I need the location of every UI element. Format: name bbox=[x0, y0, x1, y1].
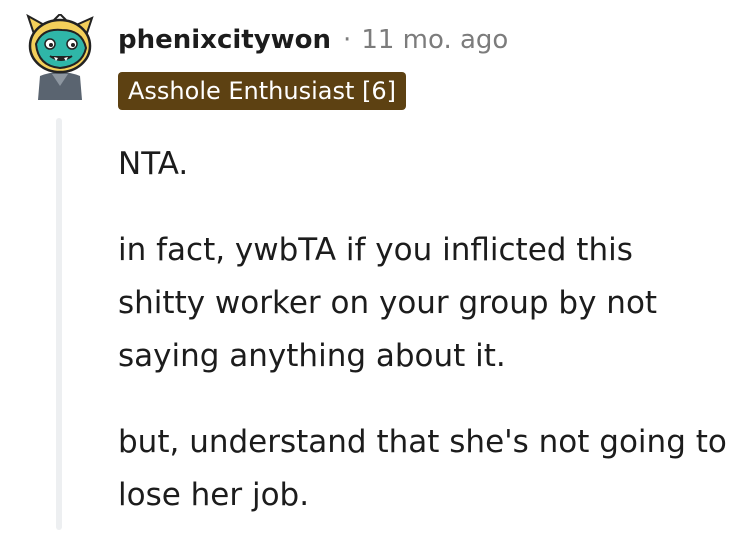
username-link[interactable]: phenixcitywon bbox=[118, 25, 331, 55]
user-flair-badge: Asshole Enthusiast [6] bbox=[118, 72, 407, 110]
comment-paragraph: NTA. bbox=[118, 146, 189, 182]
snoo-avatar-icon bbox=[26, 12, 94, 100]
comment: phenixcitywon · 11 mo. ago Asshole Enthu… bbox=[0, 0, 737, 530]
comment-paragraph: in fact, ywbTA if you inflicted this shi… bbox=[118, 232, 658, 374]
comment-body: NTA. in fact, ywbTA if you inflicted thi… bbox=[118, 138, 728, 555]
meta-separator: · bbox=[343, 25, 352, 55]
timestamp-link[interactable]: 11 mo. ago bbox=[361, 25, 508, 55]
comment-paragraph: but, understand that she's not going to … bbox=[118, 424, 727, 513]
thread-line[interactable] bbox=[56, 118, 62, 530]
comment-meta: phenixcitywon · 11 mo. ago bbox=[118, 22, 508, 58]
user-avatar[interactable] bbox=[22, 12, 98, 100]
